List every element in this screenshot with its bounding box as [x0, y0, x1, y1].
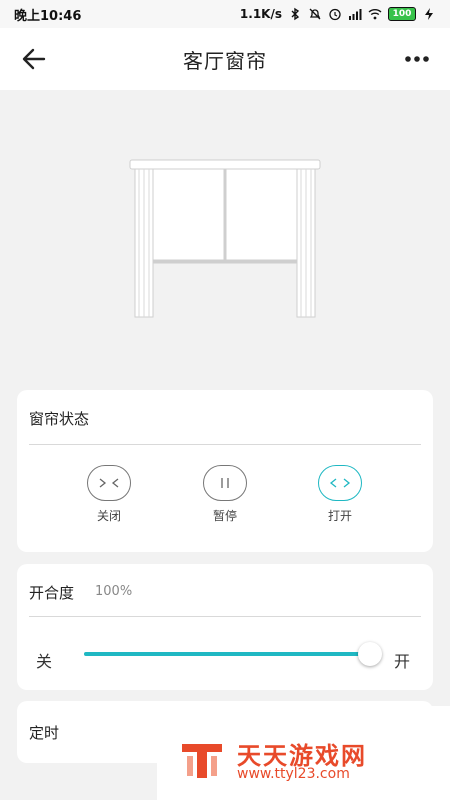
watermark-logo-icon — [182, 744, 222, 778]
slider-min-label: 关 — [36, 652, 53, 671]
more-icon[interactable] — [402, 45, 432, 73]
slider-max-label: 开 — [394, 652, 411, 671]
status-bar: 晚上10:46 1.1K/s 100 — [0, 0, 450, 28]
page-title: 客厅窗帘 — [183, 48, 267, 73]
net-speed: 1.1K/s — [239, 7, 282, 21]
wifi-icon — [368, 9, 382, 20]
watermark-url: www.ttyl23.com — [237, 766, 350, 782]
open-label: 打开 — [327, 509, 352, 523]
opening-slider-thumb[interactable] — [358, 642, 382, 666]
divider — [29, 616, 421, 617]
timer-title: 定时 — [29, 724, 60, 742]
curtain-status-title: 窗帘状态 — [29, 410, 90, 428]
signal-icon — [349, 9, 362, 20]
watermark: 天天游戏网 www.ttyl23.com — [157, 706, 450, 800]
alarm-icon — [329, 8, 341, 21]
back-arrow-icon[interactable] — [20, 45, 48, 73]
curtain-status-card: 窗帘状态 关闭 暂停 打开 — [17, 390, 433, 552]
charging-icon — [425, 8, 433, 20]
opening-degree-value: 100% — [95, 584, 133, 599]
open-button[interactable]: 打开 — [310, 465, 370, 524]
pause-label: 暂停 — [212, 509, 237, 523]
close-button[interactable]: 关闭 — [79, 465, 139, 524]
opening-degree-title: 开合度 — [29, 584, 75, 602]
open-curtain-icon — [318, 465, 362, 501]
pause-button[interactable]: 暂停 — [195, 465, 255, 524]
bluetooth-icon — [291, 7, 300, 21]
battery-icon: 100 — [388, 7, 416, 21]
opening-slider-fill — [84, 652, 374, 656]
divider — [29, 444, 421, 445]
opening-slider-track[interactable] — [84, 652, 374, 656]
close-label: 关闭 — [96, 509, 121, 523]
pause-icon — [203, 465, 247, 501]
opening-degree-card: 开合度 100% 关 开 — [17, 564, 433, 690]
status-time: 晚上10:46 — [14, 8, 82, 24]
mute-icon — [309, 8, 321, 20]
curtain-illustration — [129, 159, 321, 318]
close-curtain-icon — [87, 465, 131, 501]
app-header: 客厅窗帘 — [0, 28, 450, 90]
status-icons: 1.1K/s 100 — [240, 7, 436, 21]
